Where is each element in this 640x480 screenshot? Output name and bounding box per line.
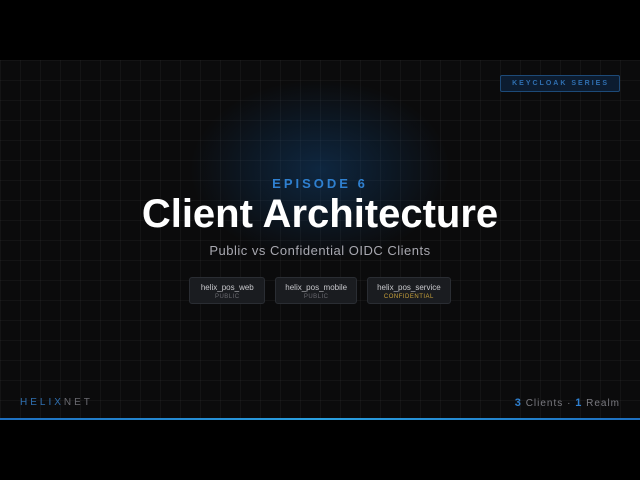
client-type: PUBLIC: [214, 294, 240, 300]
client-name: helix_pos_service: [377, 283, 441, 292]
client-card: helix_pos_service CONFIDENTIAL: [367, 277, 451, 304]
clients-label: Clients: [525, 398, 564, 409]
brand-part1: HELIX: [20, 397, 64, 408]
client-type: PUBLIC: [303, 294, 329, 300]
brand-logo: HELIXNET: [20, 397, 93, 408]
stats: 3 Clients · 1 Realm: [515, 397, 620, 409]
slide: KEYCLOAK SERIES EPISODE 6 Client Archite…: [0, 60, 640, 420]
accent-bar: [0, 418, 640, 420]
brand-part2: NET: [63, 397, 93, 408]
client-card: helix_pos_web PUBLIC: [189, 277, 266, 304]
realm-label: Realm: [586, 398, 620, 409]
client-name: helix_pos_web: [200, 283, 254, 292]
client-type: CONFIDENTIAL: [383, 294, 434, 300]
subtitle: Public vs Confidential OIDC Clients: [209, 243, 431, 258]
clients-count: 3: [514, 397, 522, 409]
series-badge: KEYCLOAK SERIES: [500, 75, 620, 92]
client-name: helix_pos_mobile: [285, 283, 348, 292]
client-cards: helix_pos_web PUBLIC helix_pos_mobile PUBL…: [0, 277, 640, 304]
client-card: helix_pos_mobile PUBLIC: [275, 277, 358, 304]
page-title: Client Architecture: [141, 192, 499, 236]
separator: ·: [567, 398, 572, 409]
realm-count: 1: [575, 397, 583, 409]
episode-label: EPISODE 6: [272, 176, 368, 191]
